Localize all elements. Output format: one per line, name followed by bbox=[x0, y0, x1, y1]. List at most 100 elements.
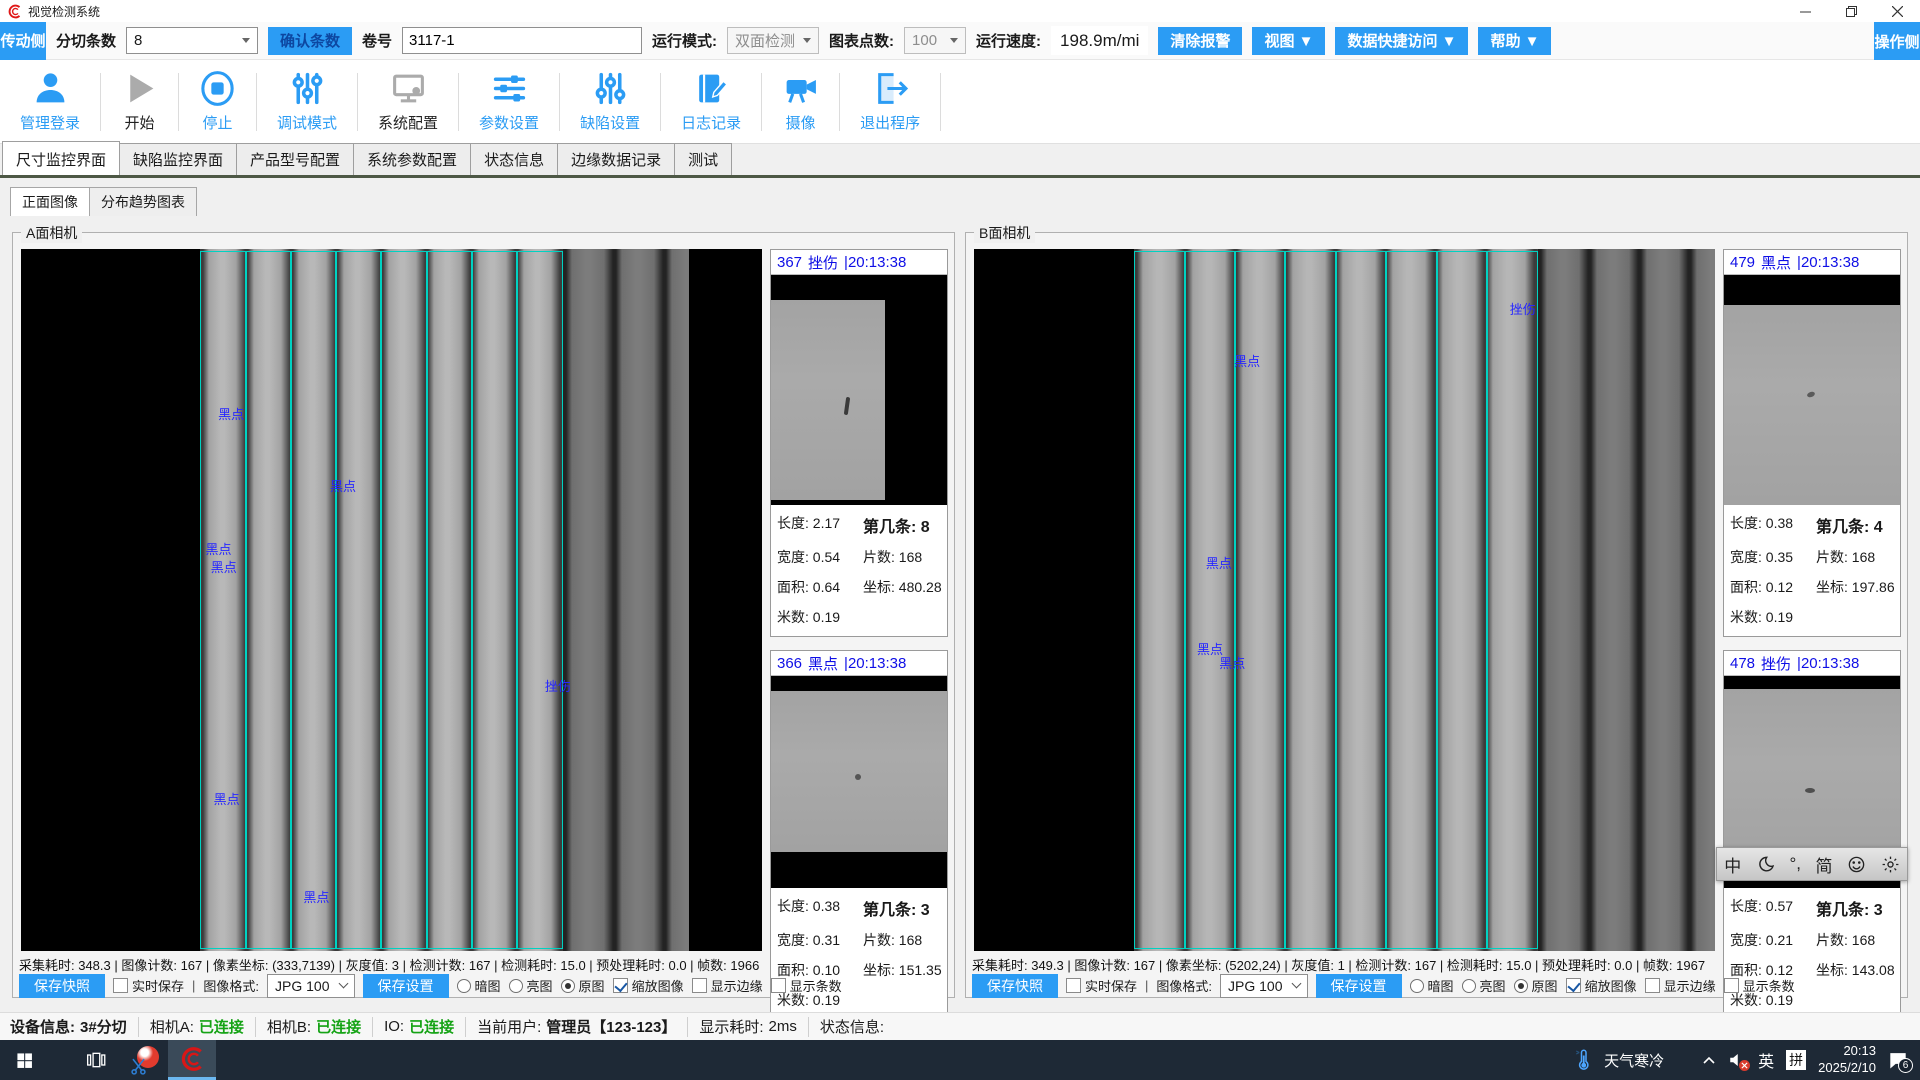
start-button[interactable]: 开始 bbox=[101, 60, 178, 143]
camera-b-live-image: 挫伤黑点黑点黑点黑点 bbox=[974, 249, 1715, 951]
operator-side-button[interactable]: 操作侧 bbox=[1874, 22, 1920, 60]
weather-status-text[interactable]: 天气寒冷 bbox=[1604, 1050, 1664, 1071]
defect-record[interactable]: 367 挫伤 |20:13:38 长度: 2.17 第几条: 8 宽度: 0.5… bbox=[770, 249, 948, 637]
show-count-checkbox[interactable]: 显示条数 bbox=[1724, 976, 1795, 995]
defect-details: 长度: 0.38 第几条: 3 宽度: 0.31 片数: 168 面积: 0.1… bbox=[771, 888, 947, 1019]
dark-image-radio[interactable]: 暗图 bbox=[457, 976, 501, 995]
tab-system-parameter-config[interactable]: 系统参数配置 bbox=[353, 143, 471, 175]
save-snapshot-button[interactable]: 保存快照 bbox=[19, 974, 105, 998]
original-image-radio[interactable]: 原图 bbox=[561, 976, 605, 995]
confirm-count-button[interactable]: 确认条数 bbox=[268, 27, 352, 55]
show-edge-checkbox[interactable]: 显示边缘 bbox=[692, 976, 763, 995]
image-format-select[interactable]: JPG 100 bbox=[1220, 974, 1307, 998]
defect-id: 478 bbox=[1730, 655, 1755, 672]
stop-button[interactable]: 停止 bbox=[179, 60, 256, 143]
sliders-vertical-icon bbox=[289, 70, 326, 107]
volume-muted-icon[interactable] bbox=[1728, 1051, 1746, 1069]
camera-a-panel: A面相机 黑点黑点黑点黑点挫伤黑点黑点 367 挫伤 |20:13:38 长度:… bbox=[12, 232, 955, 998]
display-time-label: 显示耗时: bbox=[699, 1016, 763, 1037]
clock[interactable]: 20:13 2025/2/10 bbox=[1818, 1043, 1876, 1077]
close-button[interactable] bbox=[1874, 0, 1920, 22]
defect-id: 366 bbox=[777, 655, 802, 672]
help-menu-button[interactable]: 帮助 ▼ bbox=[1478, 27, 1551, 55]
show-edge-checkbox[interactable]: 显示边缘 bbox=[1645, 976, 1716, 995]
device-info-label: 设备信息: bbox=[10, 1016, 75, 1037]
defect-annotation: 黑点 bbox=[206, 539, 232, 558]
defect-record[interactable]: 479 黑点 |20:13:38 长度: 0.38 第几条: 4 宽度: 0.3… bbox=[1723, 249, 1901, 637]
original-image-radio[interactable]: 原图 bbox=[1514, 976, 1558, 995]
data-quick-access-button[interactable]: 数据快捷访问 ▼ bbox=[1335, 27, 1468, 55]
bright-image-radio[interactable]: 亮图 bbox=[509, 976, 553, 995]
realtime-save-checkbox[interactable]: 实时保存 bbox=[1066, 976, 1137, 995]
tab-status-info[interactable]: 状态信息 bbox=[470, 143, 558, 175]
video-camera-icon bbox=[782, 70, 819, 107]
tab-test[interactable]: 测试 bbox=[674, 143, 732, 175]
defect-record-header: 478 挫伤 |20:13:38 bbox=[1724, 651, 1900, 676]
show-count-checkbox[interactable]: 显示条数 bbox=[771, 976, 842, 995]
slit-count-select[interactable]: 8 bbox=[126, 27, 258, 54]
ime-language-bar: 中 °, 简 bbox=[1716, 847, 1908, 881]
subtab-front-image[interactable]: 正面图像 bbox=[10, 187, 90, 216]
action-center-icon[interactable]: 6 bbox=[1888, 1050, 1908, 1070]
image-format-select[interactable]: JPG 100 bbox=[267, 974, 354, 998]
camera-a-conn-status: 已连接 bbox=[199, 1016, 244, 1037]
chart-points-select[interactable]: 100 bbox=[904, 27, 966, 54]
save-settings-button[interactable]: 保存设置 bbox=[1316, 974, 1402, 998]
log-record-button[interactable]: 日志记录 bbox=[661, 60, 761, 143]
strip-boundary-box bbox=[472, 251, 517, 949]
defect-annotation: 黑点 bbox=[1219, 653, 1245, 672]
roll-number-input[interactable] bbox=[402, 27, 642, 54]
task-view-button[interactable] bbox=[72, 1040, 120, 1080]
thermometer-icon[interactable] bbox=[1574, 1049, 1592, 1071]
strip-boundary-box bbox=[291, 251, 336, 949]
debug-mode-button[interactable]: 调试模式 bbox=[257, 60, 357, 143]
subtab-trend-chart[interactable]: 分布趋势图表 bbox=[89, 187, 197, 216]
clear-alarm-button[interactable]: 清除报警 bbox=[1158, 27, 1242, 55]
restore-button[interactable] bbox=[1828, 0, 1874, 22]
view-menu-button[interactable]: 视图 ▼ bbox=[1252, 27, 1325, 55]
drive-side-button[interactable]: 传动侧 bbox=[0, 22, 46, 60]
zoom-image-checkbox[interactable]: 缩放图像 bbox=[1566, 976, 1637, 995]
emoji-icon[interactable] bbox=[1847, 855, 1866, 874]
system-config-button[interactable]: 系统配置 bbox=[358, 60, 458, 143]
start-button[interactable] bbox=[0, 1040, 48, 1080]
minimize-button[interactable] bbox=[1782, 0, 1828, 22]
strip-boundary-box bbox=[1487, 251, 1537, 949]
inspection-app-taskbar-button[interactable] bbox=[168, 1040, 216, 1080]
exit-program-button[interactable]: 退出程序 bbox=[840, 60, 940, 143]
tab-size-monitor[interactable]: 尺寸监控界面 bbox=[2, 141, 120, 175]
bright-image-radio[interactable]: 亮图 bbox=[1462, 976, 1506, 995]
snipping-tool-icon bbox=[129, 1045, 159, 1075]
gear-icon[interactable] bbox=[1881, 855, 1900, 874]
tab-edge-data-record[interactable]: 边缘数据记录 bbox=[557, 143, 675, 175]
log-book-icon bbox=[693, 70, 730, 107]
ime-chinese-mode[interactable]: 中 bbox=[1724, 852, 1741, 877]
window-title: 视觉检测系统 bbox=[28, 3, 100, 20]
admin-login-button[interactable]: 管理登录 bbox=[0, 60, 100, 143]
save-settings-button[interactable]: 保存设置 bbox=[363, 974, 449, 998]
ime-simplified-mode[interactable]: 简 bbox=[1816, 852, 1833, 877]
defect-record-header: 479 黑点 |20:13:38 bbox=[1724, 250, 1900, 275]
run-mode-select[interactable]: 双面检测 bbox=[727, 27, 819, 54]
defect-settings-button[interactable]: 缺陷设置 bbox=[560, 60, 660, 143]
language-pinyin-indicator[interactable]: 拼 bbox=[1786, 1050, 1806, 1070]
dark-image-radio[interactable]: 暗图 bbox=[1410, 976, 1454, 995]
snipping-tool-button[interactable] bbox=[120, 1040, 168, 1080]
ime-punctuation-mode[interactable]: °, bbox=[1789, 854, 1801, 874]
chevron-down-icon bbox=[1291, 979, 1301, 989]
checkbox-icon bbox=[771, 978, 786, 993]
realtime-save-checkbox[interactable]: 实时保存 bbox=[113, 976, 184, 995]
capture-button[interactable]: 摄像 bbox=[762, 60, 839, 143]
zoom-image-checkbox[interactable]: 缩放图像 bbox=[613, 976, 684, 995]
language-english-indicator[interactable]: 英 bbox=[1758, 1048, 1774, 1072]
chart-points-label: 图表点数: bbox=[829, 30, 894, 51]
defect-annotation: 黑点 bbox=[218, 404, 244, 423]
save-snapshot-button[interactable]: 保存快照 bbox=[972, 974, 1058, 998]
tab-defect-monitor[interactable]: 缺陷监控界面 bbox=[119, 143, 237, 175]
tab-product-model-config[interactable]: 产品型号配置 bbox=[236, 143, 354, 175]
parameter-settings-button[interactable]: 参数设置 bbox=[459, 60, 559, 143]
radio-icon bbox=[1462, 979, 1476, 993]
hidden-icons-chevron[interactable] bbox=[1702, 1055, 1716, 1065]
checkbox-icon bbox=[1645, 978, 1660, 993]
moon-icon[interactable] bbox=[1756, 855, 1775, 874]
